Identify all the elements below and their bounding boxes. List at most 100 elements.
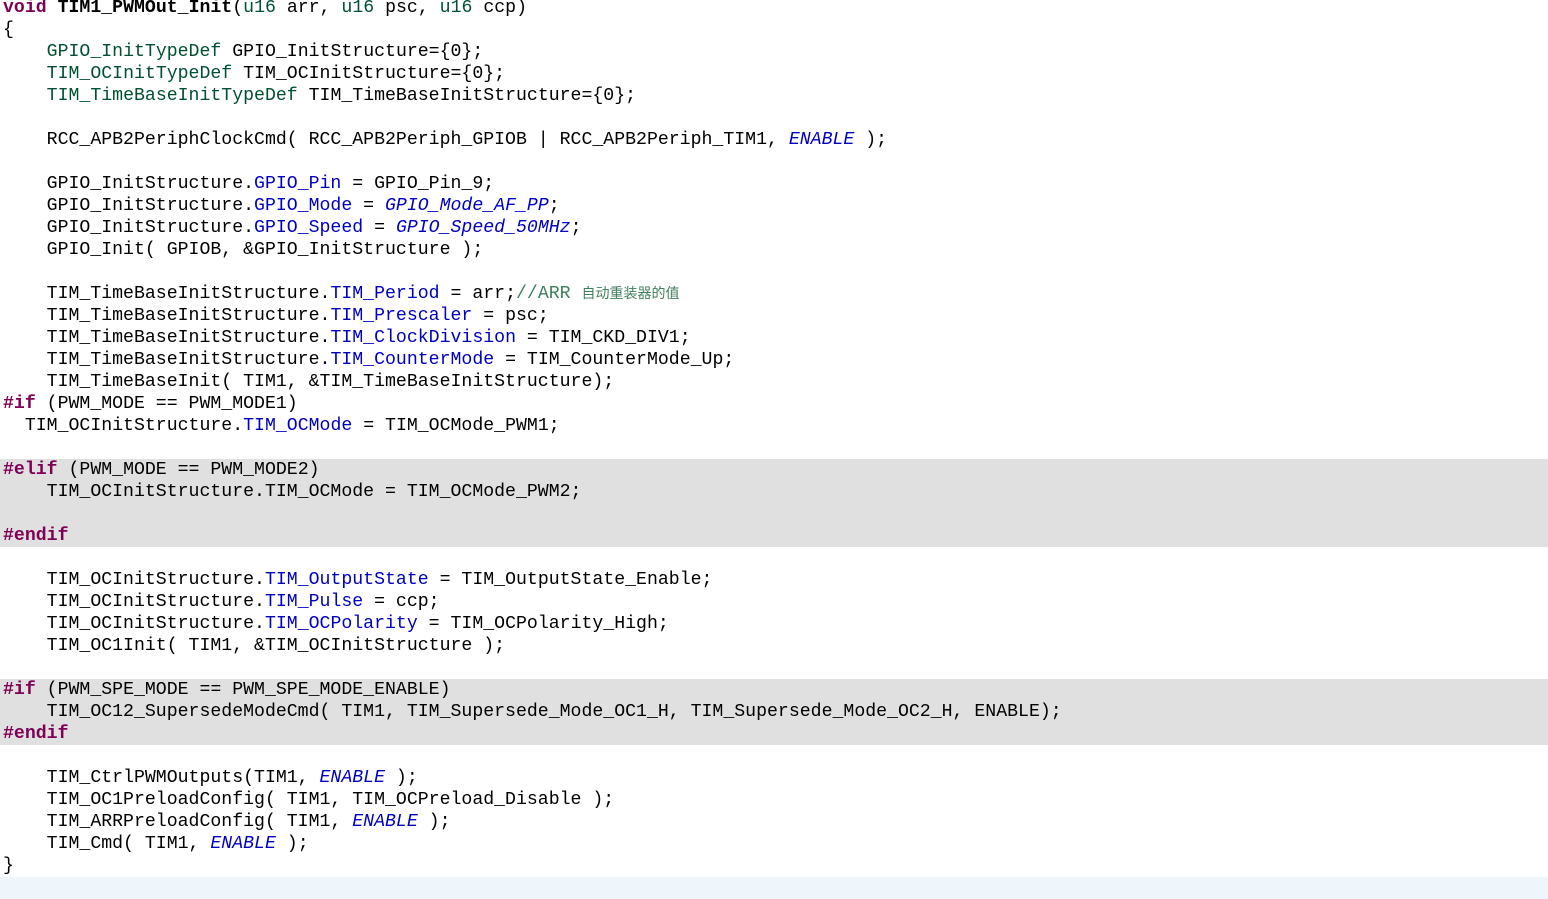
code-token-normal: [3, 64, 47, 84]
code-line[interactable]: GPIO_InitStructure.GPIO_Pin = GPIO_Pin_9…: [0, 173, 1548, 195]
code-token-normal: [3, 86, 47, 106]
code-token-directive: #if: [3, 394, 36, 414]
code-token-normal: TIM_Cmd( TIM1,: [3, 834, 211, 854]
code-token-normal: TIM_CtrlPWMOutputs(TIM1,: [3, 768, 320, 788]
code-token-normal: = TIM_OutputState_Enable;: [428, 570, 713, 590]
code-line[interactable]: TIM_TimeBaseInitStructure.TIM_CounterMod…: [0, 349, 1548, 371]
code-line[interactable]: TIM_TimeBaseInitStructure.TIM_Prescaler …: [0, 305, 1548, 327]
code-line[interactable]: GPIO_InitStructure.GPIO_Speed = GPIO_Spe…: [0, 217, 1548, 239]
code-line[interactable]: TIM_OCInitStructure.TIM_Pulse = ccp;: [0, 591, 1548, 613]
code-line[interactable]: TIM_TimeBaseInitStructure.TIM_Period = a…: [0, 283, 1548, 305]
code-token-field: TIM_Period: [330, 284, 440, 304]
code-token-comment: //ARR: [516, 284, 582, 304]
code-token-type: TIM_TimeBaseInitTypeDef: [46, 86, 298, 106]
code-token-normal: }: [3, 856, 14, 876]
code-line[interactable]: TIM_ARRPreloadConfig( TIM1, ENABLE );: [0, 811, 1548, 833]
code-line[interactable]: [0, 745, 1548, 767]
code-line[interactable]: GPIO_Init( GPIOB, &GPIO_InitStructure );: [0, 239, 1548, 261]
code-line[interactable]: TIM_OCInitStructure.TIM_OutputState = TI…: [0, 569, 1548, 591]
code-token-normal: TIM_OCInitStructure.: [3, 570, 265, 590]
code-token-normal: );: [854, 130, 888, 150]
code-token-field: TIM_OCPolarity: [264, 614, 418, 634]
code-line[interactable]: #if (PWM_SPE_MODE == PWM_SPE_MODE_ENABLE…: [0, 679, 1548, 701]
code-line[interactable]: TIM_OCInitStructure.TIM_OCMode = TIM_OCM…: [0, 481, 1548, 503]
code-line[interactable]: [0, 261, 1548, 283]
code-line[interactable]: TIM_OC1PreloadConfig( TIM1, TIM_OCPreloa…: [0, 789, 1548, 811]
code-line[interactable]: TIM_CtrlPWMOutputs(TIM1, ENABLE );: [0, 767, 1548, 789]
current-code-line[interactable]: [0, 877, 1548, 899]
code-line[interactable]: }: [0, 855, 1548, 877]
code-token-normal: [47, 0, 58, 18]
code-token-normal: GPIO_InitStructure.: [3, 196, 255, 216]
code-line[interactable]: [0, 657, 1548, 679]
code-token-normal: TIM_TimeBaseInit( TIM1, &TIM_TimeBaseIni…: [3, 372, 615, 392]
code-line[interactable]: TIM_OCInitTypeDef TIM_OCInitStructure={0…: [0, 63, 1548, 85]
code-line[interactable]: [0, 107, 1548, 129]
code-line[interactable]: [0, 503, 1548, 525]
code-token-normal: );: [275, 834, 309, 854]
code-token-normal: TIM_TimeBaseInitStructure.: [3, 350, 331, 370]
code-line[interactable]: void TIM1_PWMOut_Init(u16 arr, u16 psc, …: [0, 0, 1548, 19]
code-line[interactable]: TIM_OC12_SupersedeModeCmd( TIM1, TIM_Sup…: [0, 701, 1548, 723]
code-token-normal: TIM_OCInitStructure={0};: [232, 64, 506, 84]
code-line[interactable]: TIM_Cmd( TIM1, ENABLE );: [0, 833, 1548, 855]
code-token-normal: TIM_OC12_SupersedeModeCmd( TIM1, TIM_Sup…: [3, 702, 1062, 722]
code-token-normal: TIM_OCInitStructure.: [3, 416, 244, 436]
code-token-type: TIM_OCInitTypeDef: [46, 64, 233, 84]
code-token-normal: GPIO_InitStructure={0};: [221, 42, 484, 62]
code-line[interactable]: #if (PWM_MODE == PWM_MODE1): [0, 393, 1548, 415]
code-token-macro: GPIO_Mode_AF_PP: [385, 196, 549, 216]
code-token-normal: = arr;: [439, 284, 517, 304]
code-line[interactable]: TIM_OC1Init( TIM1, &TIM_OCInitStructure …: [0, 635, 1548, 657]
code-token-cjk: 自动重装器的值: [581, 286, 680, 302]
code-token-normal: TIM_OCInitStructure.: [3, 614, 265, 634]
code-token-macro: ENABLE: [210, 834, 276, 854]
code-line[interactable]: TIM_OCInitStructure.TIM_OCPolarity = TIM…: [0, 613, 1548, 635]
code-line[interactable]: #endif: [0, 723, 1548, 745]
code-line[interactable]: GPIO_InitStructure.GPIO_Mode = GPIO_Mode…: [0, 195, 1548, 217]
code-token-normal: = TIM_CounterMode_Up;: [494, 350, 735, 370]
code-line[interactable]: [0, 151, 1548, 173]
code-token-normal: TIM_OC1PreloadConfig( TIM1, TIM_OCPreloa…: [3, 790, 615, 810]
code-token-macro: ENABLE: [319, 768, 386, 788]
code-token-field: GPIO_Pin: [254, 174, 342, 194]
code-line[interactable]: [0, 437, 1548, 459]
code-token-directive: #endif: [3, 724, 69, 744]
code-token-field: TIM_ClockDivision: [330, 328, 516, 348]
code-token-directive: #if: [3, 680, 36, 700]
code-token-normal: (PWM_MODE == PWM_MODE1): [35, 394, 298, 414]
code-line[interactable]: #endif: [0, 525, 1548, 547]
code-token-normal: );: [385, 768, 418, 788]
code-editor[interactable]: void TIM1_PWMOut_Init(u16 arr, u16 psc, …: [0, 0, 1548, 899]
code-token-normal: psc,: [374, 0, 440, 18]
code-token-normal: );: [417, 812, 451, 832]
code-token-field: TIM_OCMode: [243, 416, 353, 436]
code-token-normal: TIM_TimeBaseInitStructure.: [3, 328, 331, 348]
code-line[interactable]: RCC_APB2PeriphClockCmd( RCC_APB2Periph_G…: [0, 129, 1548, 151]
code-line[interactable]: TIM_OCInitStructure.TIM_OCMode = TIM_OCM…: [0, 415, 1548, 437]
code-token-normal: = GPIO_Pin_9;: [341, 174, 495, 194]
code-line[interactable]: {: [0, 19, 1548, 41]
code-token-macro: GPIO_Speed_50MHz: [395, 218, 571, 238]
code-token-field: GPIO_Speed: [254, 218, 364, 238]
code-line[interactable]: TIM_TimeBaseInitTypeDef TIM_TimeBaseInit…: [0, 85, 1548, 107]
code-line[interactable]: GPIO_InitTypeDef GPIO_InitStructure={0};: [0, 41, 1548, 63]
code-token-field: GPIO_Mode: [254, 196, 353, 216]
code-token-normal: ccp): [472, 0, 527, 18]
code-token-normal: TIM_TimeBaseInitStructure.: [3, 284, 331, 304]
code-line[interactable]: #elif (PWM_MODE == PWM_MODE2): [0, 459, 1548, 481]
code-token-normal: (PWM_MODE == PWM_MODE2): [57, 460, 320, 480]
code-token-normal: TIM_OCInitStructure.TIM_OCMode = TIM_OCM…: [3, 482, 582, 502]
code-token-normal: RCC_APB2PeriphClockCmd( RCC_APB2Periph_G…: [3, 130, 789, 150]
code-token-normal: = psc;: [472, 306, 549, 326]
code-token-field: TIM_OutputState: [264, 570, 429, 590]
code-token-normal: TIM_TimeBaseInitStructure={0};: [297, 86, 637, 106]
code-line[interactable]: TIM_TimeBaseInit( TIM1, &TIM_TimeBaseIni…: [0, 371, 1548, 393]
code-token-normal: = TIM_OCPolarity_High;: [417, 614, 669, 634]
code-token-macro: ENABLE: [352, 812, 418, 832]
code-token-normal: ;: [548, 196, 560, 216]
code-line[interactable]: TIM_TimeBaseInitStructure.TIM_ClockDivis…: [0, 327, 1548, 349]
code-token-type: u16: [439, 0, 473, 18]
code-line[interactable]: [0, 547, 1548, 569]
code-token-normal: = TIM_OCMode_PWM1;: [352, 416, 560, 436]
